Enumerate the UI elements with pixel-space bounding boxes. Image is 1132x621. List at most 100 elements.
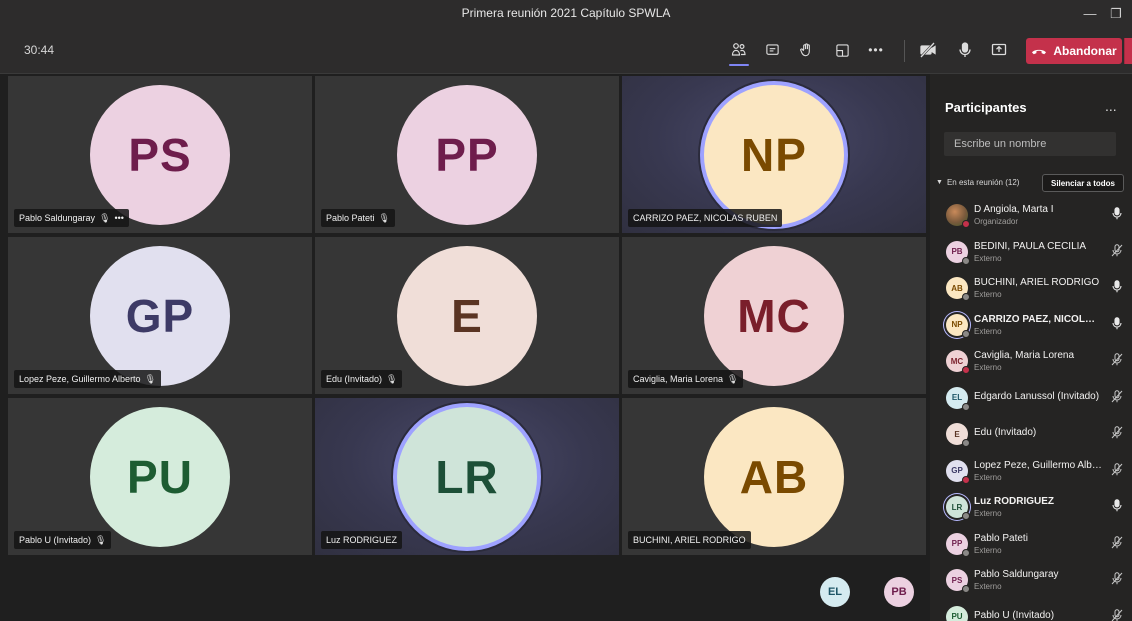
participant-row[interactable]: PB BEDINI, PAULA CECILIA Externo [930, 233, 1132, 270]
presence-status-icon [962, 475, 970, 484]
video-tile[interactable]: PP Pablo Pateti 🎙︎ [315, 76, 619, 233]
video-tile[interactable]: LR Luz RODRIGUEZ [315, 398, 619, 555]
participant-role: Externo [974, 363, 1002, 372]
microphone-muted-icon[interactable] [1110, 572, 1124, 586]
microphone-muted-icon[interactable] [1110, 243, 1124, 258]
participant-name: Pablo Saldungaray [974, 569, 1059, 580]
participant-avatar: LR [946, 496, 970, 520]
participant-avatar: E [946, 423, 970, 447]
participant-name: Edu (Invitado) [974, 427, 1037, 438]
participant-row[interactable]: GP Lopez Peze, Guillermo Albe... Externo [930, 452, 1132, 489]
microphone-icon[interactable] [1110, 499, 1124, 513]
participant-row[interactable]: NP CARRIZO PAEZ, NICOLAS ... Externo [930, 306, 1132, 343]
microphone-icon[interactable] [951, 36, 979, 64]
video-tile[interactable]: PU Pablo U (Invitado) 🎙︎ [8, 398, 312, 555]
video-tile[interactable]: GP Lopez Peze, Guillermo Alberto 🎙︎ [8, 237, 312, 394]
more-options-icon[interactable]: ••• [862, 36, 890, 64]
participant-name: CARRIZO PAEZ, NICOLAS RUBEN [633, 213, 778, 223]
rooms-icon[interactable] [828, 36, 856, 64]
presence-status-icon [962, 256, 970, 265]
participant-name: BUCHINI, ARIEL RODRIGO [633, 535, 746, 545]
chat-icon[interactable] [758, 36, 786, 64]
window-title: Primera reunión 2021 Capítulo SPWLA [461, 6, 671, 20]
name-tag: Luz RODRIGUEZ [321, 531, 403, 549]
mic-muted-icon: 🎙︎ [99, 213, 111, 223]
participant-avatar: PU [90, 406, 230, 547]
participant-row[interactable]: PU Pablo U (Invitado) [930, 598, 1132, 621]
participant-search-input[interactable] [944, 132, 1116, 156]
participant-name: Pablo U (Invitado) [19, 535, 92, 545]
participant-row[interactable]: PS Pablo Saldungaray Externo [930, 561, 1132, 598]
presence-status-icon [962, 402, 970, 411]
name-tag: BUCHINI, ARIEL RODRIGO [628, 531, 751, 549]
participant-name: Pablo Saldungaray [19, 213, 96, 223]
meeting-timer: 30:44 [24, 43, 55, 57]
avatar-initials: PP [951, 539, 963, 548]
participant-row[interactable]: D Angiola, Marta I Organizador [930, 196, 1132, 233]
participant-avatar: MC [704, 245, 844, 386]
mute-all-button[interactable]: Silenciar a todos [1042, 174, 1124, 192]
participant-avatar: E [397, 245, 537, 386]
presence-status-icon [962, 439, 970, 447]
share-screen-icon[interactable] [985, 36, 1013, 64]
microphone-muted-icon[interactable] [1110, 426, 1124, 440]
participants-icon[interactable] [725, 36, 753, 66]
participant-list: D Angiola, Marta I Organizador PB BEDINI, P… [930, 196, 1132, 621]
video-tile[interactable]: MC Caviglia, Maria Lorena 🎙︎ [622, 237, 926, 394]
avatar-initials: NP [951, 320, 963, 329]
participant-role: Organizador [974, 217, 1019, 226]
overflow-avatar[interactable]: PB [884, 577, 914, 607]
participant-name: Caviglia, Maria Lorena [633, 374, 724, 384]
participant-row[interactable]: AB BUCHINI, ARIEL RODRIGO Externo [930, 269, 1132, 306]
participant-avatar: GP [90, 245, 230, 386]
leave-options-caret[interactable] [1124, 38, 1132, 64]
participant-role: Externo [974, 545, 1002, 555]
mic-muted-icon: 🎙︎ [144, 374, 157, 384]
participant-row[interactable]: MC Caviglia, Maria Lorena Externo [930, 342, 1132, 379]
video-tile[interactable]: E Edu (Invitado) 🎙︎ [315, 237, 619, 394]
overflow-avatar[interactable]: EL [820, 577, 850, 607]
chevron-down-icon: ▼ [936, 179, 943, 186]
participant-role: Externo [974, 472, 1002, 482]
microphone-muted-icon[interactable] [1110, 389, 1124, 404]
presence-status-icon [962, 366, 970, 374]
video-tile[interactable]: NP CARRIZO PAEZ, NICOLAS RUBEN [622, 76, 926, 233]
participant-name: Pablo Pateti [974, 532, 1028, 544]
participant-name: BUCHINI, ARIEL RODRIGO [974, 277, 1100, 288]
leave-button[interactable]: Abandonar [1026, 38, 1122, 64]
minimize-icon[interactable]: — [1080, 4, 1100, 24]
avatar-initials: PS [951, 575, 963, 585]
participant-row[interactable]: EL Edgardo Lanussol (Invitado) [930, 379, 1132, 416]
participant-name: Luz RODRIGUEZ [326, 535, 398, 545]
participant-row[interactable]: E Edu (Invitado) [930, 415, 1132, 452]
participant-name: Lopez Peze, Guillermo Alberto [19, 374, 141, 384]
microphone-icon[interactable] [1110, 316, 1124, 331]
name-tag: Edu (Invitado) 🎙︎ [321, 370, 403, 388]
panel-more-icon[interactable]: ... [1105, 98, 1117, 114]
name-tag: CARRIZO PAEZ, NICOLAS RUBEN [628, 209, 783, 227]
participant-role: Externo [974, 253, 1002, 263]
raise-hand-icon[interactable] [792, 36, 820, 64]
in-meeting-section[interactable]: ▼ En esta reunión (12) [936, 178, 1019, 187]
participant-avatar: PB [946, 240, 970, 265]
name-tag: Pablo U (Invitado) 🎙︎ [14, 531, 112, 549]
video-tile[interactable]: PS Pablo Saldungaray 🎙︎ ••• [8, 76, 312, 233]
more-icon[interactable]: ••• [115, 209, 124, 227]
name-tag: Pablo Saldungaray 🎙︎ ••• [14, 209, 129, 227]
microphone-icon[interactable] [1110, 207, 1124, 221]
microphone-icon[interactable] [1110, 280, 1124, 294]
participant-avatar: PP [946, 532, 970, 557]
microphone-muted-icon[interactable] [1110, 353, 1124, 367]
microphone-muted-icon[interactable] [1110, 462, 1124, 477]
participant-row[interactable]: LR Luz RODRIGUEZ Externo [930, 488, 1132, 525]
video-tile[interactable]: AB BUCHINI, ARIEL RODRIGO [622, 398, 926, 555]
participant-row[interactable]: PP Pablo Pateti Externo [930, 525, 1132, 562]
restore-icon[interactable]: ❐ [1106, 4, 1126, 24]
camera-off-icon[interactable] [914, 36, 942, 64]
mic-muted-icon: 🎙︎ [386, 374, 398, 384]
microphone-muted-icon[interactable] [1110, 608, 1124, 621]
microphone-muted-icon[interactable] [1110, 535, 1124, 550]
avatar-initials: PB [951, 247, 963, 256]
participant-role: Externo [974, 582, 1002, 591]
avatar-initials: LR [951, 502, 963, 512]
